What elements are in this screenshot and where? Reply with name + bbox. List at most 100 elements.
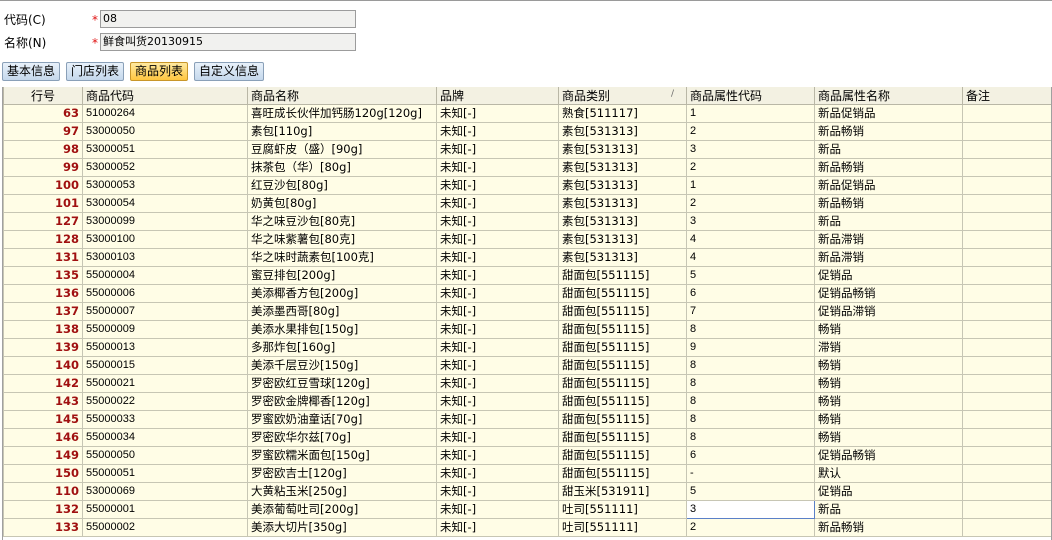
- col-header-product-name[interactable]: 商品名称: [247, 87, 437, 105]
- cell-row-no[interactable]: 132: [3, 500, 83, 519]
- cell-category[interactable]: 甜面包[551115]: [558, 320, 687, 339]
- cell-brand[interactable]: 未知[-]: [436, 194, 559, 213]
- cell-product-name[interactable]: 素包[110g]: [247, 122, 437, 141]
- cell-category[interactable]: 素包[531313]: [558, 194, 687, 213]
- cell-product-name[interactable]: 华之味豆沙包[80克]: [247, 212, 437, 231]
- cell-attr-name[interactable]: 畅销: [814, 392, 963, 411]
- col-header-note[interactable]: 备注: [962, 87, 1051, 105]
- cell-product-name[interactable]: 罗密欧华尔兹[70g]: [247, 428, 437, 447]
- cell-row-no[interactable]: 136: [3, 284, 83, 303]
- cell-attr-code[interactable]: 2: [686, 518, 815, 537]
- cell-note[interactable]: [962, 482, 1051, 501]
- cell-product-code[interactable]: 53000054: [82, 194, 248, 213]
- cell-category[interactable]: 甜面包[551115]: [558, 302, 687, 321]
- table-row[interactable]: 135 55000004 蜜豆排包[200g] 未知[-] 甜面包[551115] 5 促销…: [3, 266, 1051, 285]
- cell-product-name[interactable]: 抹茶包（华）[80g]: [247, 158, 437, 177]
- cell-brand[interactable]: 未知[-]: [436, 482, 559, 501]
- cell-brand[interactable]: 未知[-]: [436, 392, 559, 411]
- cell-attr-name[interactable]: 新品: [814, 500, 963, 519]
- tab-product-list[interactable]: 商品列表: [130, 62, 189, 81]
- table-row[interactable]: 99 53000052 抹茶包（华）[80g] 未知[-] 素包[531313] 2 新品畅…: [3, 158, 1051, 177]
- cell-product-code[interactable]: 55000001: [82, 500, 248, 519]
- cell-attr-name[interactable]: 畅销: [814, 410, 963, 429]
- table-row[interactable]: 137 55000007 美添墨西哥[80g] 未知[-] 甜面包[551115] 7 促销…: [3, 302, 1051, 321]
- cell-attr-code[interactable]: 2: [686, 158, 815, 177]
- cell-attr-code[interactable]: 3: [686, 212, 815, 231]
- cell-attr-code[interactable]: 8: [686, 392, 815, 411]
- cell-brand[interactable]: 未知[-]: [436, 230, 559, 249]
- cell-product-code[interactable]: 55000015: [82, 356, 248, 375]
- cell-attr-code[interactable]: 5: [686, 266, 815, 285]
- cell-brand[interactable]: 未知[-]: [436, 320, 559, 339]
- cell-category[interactable]: 素包[531313]: [558, 212, 687, 231]
- cell-note[interactable]: [962, 176, 1051, 195]
- cell-attr-code[interactable]: 2: [686, 194, 815, 213]
- cell-row-no[interactable]: 145: [3, 410, 83, 429]
- cell-product-code[interactable]: 53000052: [82, 158, 248, 177]
- cell-brand[interactable]: 未知[-]: [436, 176, 559, 195]
- cell-product-name[interactable]: 蜜豆排包[200g]: [247, 266, 437, 285]
- table-row[interactable]: 142 55000021 罗密欧红豆雪球[120g] 未知[-] 甜面包[551115]…: [3, 374, 1051, 393]
- cell-brand[interactable]: 未知[-]: [436, 356, 559, 375]
- cell-product-name[interactable]: 华之味紫薯包[80克]: [247, 230, 437, 249]
- col-header-attr-code[interactable]: 商品属性代码: [686, 87, 815, 105]
- cell-product-name[interactable]: 华之味时蔬素包[100克]: [247, 248, 437, 267]
- cell-category[interactable]: 甜玉米[531911]: [558, 482, 687, 501]
- table-row[interactable]: 146 55000034 罗密欧华尔兹[70g] 未知[-] 甜面包[551115] 8 畅…: [3, 428, 1051, 447]
- cell-note[interactable]: [962, 374, 1051, 393]
- cell-product-name[interactable]: 美添墨西哥[80g]: [247, 302, 437, 321]
- cell-category[interactable]: 甜面包[551115]: [558, 410, 687, 429]
- col-header-category[interactable]: 商品类别 /: [558, 87, 687, 105]
- cell-note[interactable]: [962, 104, 1051, 123]
- cell-attr-code[interactable]: 4: [686, 230, 815, 249]
- cell-brand[interactable]: 未知[-]: [436, 410, 559, 429]
- table-row[interactable]: 100 53000053 红豆沙包[80g] 未知[-] 素包[531313] 1 新品促销…: [3, 176, 1051, 195]
- cell-product-code[interactable]: 53000099: [82, 212, 248, 231]
- table-row[interactable]: 133 55000002 美添大切片[350g] 未知[-] 吐司[551111] 2 新品…: [3, 518, 1051, 537]
- table-row[interactable]: 97 53000050 素包[110g] 未知[-] 素包[531313] 2 新品畅销: [3, 122, 1051, 141]
- cell-note[interactable]: [962, 194, 1051, 213]
- cell-product-code[interactable]: 51000264: [82, 104, 248, 123]
- cell-brand[interactable]: 未知[-]: [436, 500, 559, 519]
- cell-note[interactable]: [962, 140, 1051, 159]
- cell-product-code[interactable]: 55000050: [82, 446, 248, 465]
- cell-product-code[interactable]: 53000103: [82, 248, 248, 267]
- cell-product-name[interactable]: 豆腐虾皮（盛）[90g]: [247, 140, 437, 159]
- cell-product-code[interactable]: 53000053: [82, 176, 248, 195]
- cell-note[interactable]: [962, 122, 1051, 141]
- cell-row-no[interactable]: 135: [3, 266, 83, 285]
- table-row[interactable]: 145 55000033 罗蜜欧奶油童话[70g] 未知[-] 甜面包[551115] 8…: [3, 410, 1051, 429]
- cell-attr-code[interactable]: 8: [686, 428, 815, 447]
- cell-attr-code[interactable]: 5: [686, 482, 815, 501]
- cell-attr-name[interactable]: 新品畅销: [814, 122, 963, 141]
- cell-note[interactable]: [962, 464, 1051, 483]
- cell-attr-name[interactable]: 畅销: [814, 428, 963, 447]
- cell-attr-code[interactable]: 6: [686, 284, 815, 303]
- cell-brand[interactable]: 未知[-]: [436, 122, 559, 141]
- cell-attr-code[interactable]: 8: [686, 410, 815, 429]
- cell-attr-code[interactable]: 9: [686, 338, 815, 357]
- cell-note[interactable]: [962, 158, 1051, 177]
- tab-store-list[interactable]: 门店列表: [66, 62, 125, 81]
- cell-attr-code[interactable]: 1: [686, 176, 815, 195]
- cell-note[interactable]: [962, 356, 1051, 375]
- cell-note[interactable]: [962, 230, 1051, 249]
- cell-product-code[interactable]: 55000022: [82, 392, 248, 411]
- cell-product-name[interactable]: 大黄粘玉米[250g]: [247, 482, 437, 501]
- cell-brand[interactable]: 未知[-]: [436, 338, 559, 357]
- cell-note[interactable]: [962, 320, 1051, 339]
- cell-attr-code[interactable]: 3: [686, 140, 815, 159]
- cell-product-name[interactable]: 多那炸包[160g]: [247, 338, 437, 357]
- cell-category[interactable]: 素包[531313]: [558, 176, 687, 195]
- cell-note[interactable]: [962, 248, 1051, 267]
- table-row[interactable]: 127 53000099 华之味豆沙包[80克] 未知[-] 素包[531313] 3 新品: [3, 212, 1051, 231]
- cell-row-no[interactable]: 101: [3, 194, 83, 213]
- cell-brand[interactable]: 未知[-]: [436, 518, 559, 537]
- cell-product-code[interactable]: 55000004: [82, 266, 248, 285]
- col-header-row-no[interactable]: 行号: [3, 87, 83, 105]
- cell-attr-name[interactable]: 新品促销品: [814, 176, 963, 195]
- cell-row-no[interactable]: 110: [3, 482, 83, 501]
- cell-row-no[interactable]: 149: [3, 446, 83, 465]
- cell-brand[interactable]: 未知[-]: [436, 248, 559, 267]
- cell-product-code[interactable]: 55000013: [82, 338, 248, 357]
